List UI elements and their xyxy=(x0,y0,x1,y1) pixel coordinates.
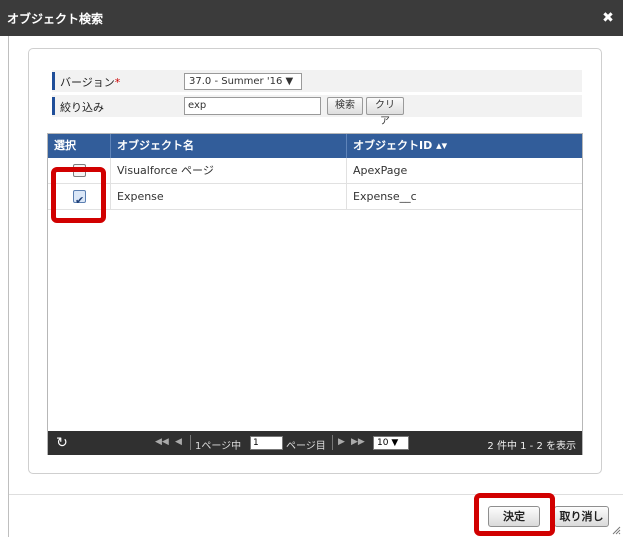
record-count: 2 件中 1 - 2 を表示 xyxy=(487,441,576,452)
refresh-icon[interactable]: ↻ xyxy=(54,435,70,451)
first-page-icon[interactable]: ◀◀ xyxy=(155,437,169,447)
column-header-object-id[interactable]: オブジェクトID ▴▾ xyxy=(347,134,582,158)
required-mark: * xyxy=(114,76,121,89)
rows-per-page-select[interactable]: 10 ▼ xyxy=(373,436,409,450)
pager-separator xyxy=(190,435,191,450)
close-icon[interactable]: ✖ xyxy=(601,11,615,25)
filter-row: 絞り込み exp 検索 クリア xyxy=(52,95,582,127)
row-checkbox-checked[interactable]: ✔ xyxy=(73,190,86,207)
label-accent-bar xyxy=(52,97,55,115)
ok-button[interactable]: 決定 xyxy=(488,506,540,527)
label-accent-bar xyxy=(52,72,55,90)
row-checkbox[interactable] xyxy=(73,164,86,177)
dialog-titlebar: オブジェクト検索 ✖ xyxy=(0,0,623,36)
table-row[interactable]: ✔ Expense Expense__c xyxy=(48,184,582,210)
dialog-left-border xyxy=(8,36,9,537)
object-name-cell: Expense xyxy=(111,184,347,210)
resize-grip-icon[interactable] xyxy=(611,525,621,535)
check-icon: ✔ xyxy=(75,194,85,207)
object-name-cell: Visualforce ページ xyxy=(111,158,347,184)
version-row: バージョン* 37.0 - Summer '16 ▼ xyxy=(52,70,582,92)
prev-page-icon[interactable]: ◀ xyxy=(175,437,182,447)
pager-separator xyxy=(332,435,333,450)
sort-icon[interactable]: ▴▾ xyxy=(436,139,447,152)
page-suffix: ページ目 xyxy=(286,441,326,452)
clear-button[interactable]: クリア xyxy=(366,97,404,127)
filter-label: 絞り込み xyxy=(60,101,104,114)
cancel-button[interactable]: 取り消し xyxy=(554,506,609,527)
filter-input[interactable]: exp xyxy=(184,97,321,115)
search-panel: バージョン* 37.0 - Summer '16 ▼ 絞り込み exp 検索 ク… xyxy=(28,48,602,474)
object-grid: 選択 オブジェクト名 オブジェクトID ▴▾ Visualforce ページ A… xyxy=(47,133,583,455)
page-number-input[interactable]: 1 xyxy=(250,436,283,450)
version-select[interactable]: 37.0 - Summer '16 ▼ xyxy=(184,73,302,90)
column-header-select[interactable]: 選択 xyxy=(48,134,111,158)
next-page-icon[interactable]: ▶ xyxy=(338,437,345,447)
dialog-title: オブジェクト検索 xyxy=(7,12,104,26)
column-header-object-name[interactable]: オブジェクト名 xyxy=(111,134,347,158)
search-button[interactable]: 検索 xyxy=(327,97,363,115)
table-row[interactable]: Visualforce ページ ApexPage xyxy=(48,158,582,184)
select-cell: ✔ xyxy=(48,184,111,210)
select-cell xyxy=(48,158,111,184)
object-id-cell: ApexPage xyxy=(353,164,408,177)
pager-bar: ↻ ◀◀ ◀ 1ページ中 1 ページ目 ▶ ▶▶ 10 ▼ 2 件中 1 - 2… xyxy=(48,431,582,455)
page-prefix: 1ページ中 xyxy=(195,441,242,452)
grid-header: 選択 オブジェクト名 オブジェクトID ▴▾ xyxy=(48,134,582,158)
footer-divider xyxy=(9,494,623,495)
last-page-icon[interactable]: ▶▶ xyxy=(351,437,365,447)
object-id-cell: Expense__c xyxy=(353,190,417,203)
version-label: バージョン* xyxy=(60,76,121,89)
